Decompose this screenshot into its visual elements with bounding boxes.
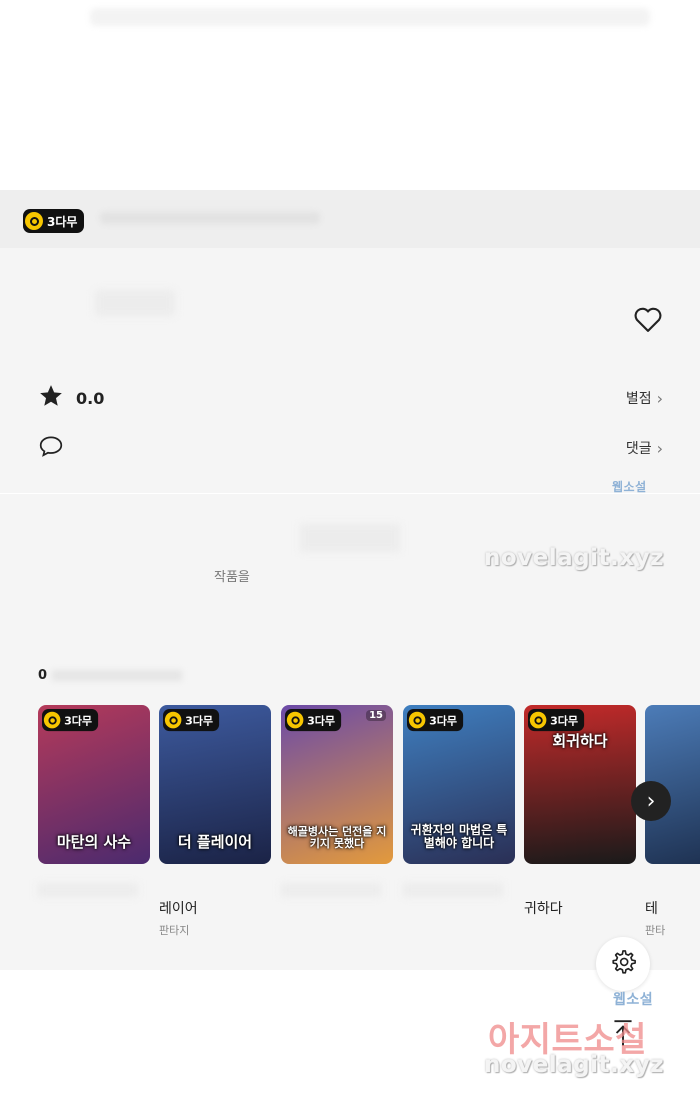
card-genre: [403, 922, 515, 936]
blurred-title: [95, 290, 175, 316]
card-genre: [38, 922, 150, 936]
recommendation-card[interactable]: 3다무 15 해골병사는 던전을 지키지 못했다: [281, 705, 393, 936]
recommendation-card[interactable]: 3다무 더 플레이어 레이어 판타지: [159, 705, 271, 937]
free-wait-badge: 3다무: [23, 209, 85, 233]
rating-row: 0.0 별점 ›: [38, 383, 663, 413]
age-rating-badge: 15: [366, 710, 386, 721]
chevron-right-icon: ›: [656, 388, 663, 408]
recommendations-count: 0: [38, 668, 48, 683]
free-wait-badge: 3다무: [528, 709, 585, 732]
chevron-right-icon: ›: [656, 438, 663, 458]
watermark-site: novelagit.xyz: [484, 545, 664, 571]
rating-link[interactable]: 별점 ›: [626, 388, 663, 408]
free-wait-badge: 3다무: [407, 709, 464, 732]
clock-icon: [529, 711, 547, 729]
card-name: [403, 898, 515, 916]
settings-icon: [609, 948, 637, 980]
blurred-card-name: [281, 883, 381, 897]
watermark-small: 웹소설: [612, 480, 647, 494]
work-info-section: 0.0 별점 › 댓글 ›: [0, 248, 700, 493]
watermark-site: novelagit.xyz: [484, 1052, 664, 1078]
badge-bar: 3다무: [0, 190, 700, 248]
card-name: [281, 898, 393, 916]
free-wait-badge: 3다무: [42, 709, 99, 732]
recommendation-card[interactable]: 3다무 귀환자의 마법은 특별해야 합니다: [403, 705, 515, 936]
rating-value: 0.0: [76, 388, 105, 408]
cover-image: 3다무 더 플레이어: [159, 705, 271, 864]
top-header-area: [0, 0, 700, 190]
card-genre: [524, 922, 636, 936]
cover-title: 회귀하다: [552, 732, 608, 750]
recommendations-section: 0 3다무 마탄의 사수 3다무 더 플레이어 레이어 판타지 3다무 15 해…: [0, 628, 700, 970]
cover-title: 마탄의 사수: [56, 832, 132, 851]
comment-link[interactable]: 댓글 ›: [626, 438, 663, 458]
cover-title: 해골병사는 던전을 지키지 못했다: [287, 824, 387, 850]
blurred-description: [300, 524, 400, 552]
comment-link-label: 댓글: [625, 441, 652, 457]
clock-icon: [43, 711, 61, 729]
recommendation-card[interactable]: 3다무 회귀하다 귀하다: [524, 705, 636, 936]
description-label: 작품을: [214, 570, 250, 585]
recommendation-card[interactable]: 3다무 마탄의 사수: [38, 705, 150, 936]
badge-label: 3다무: [47, 214, 78, 229]
chevron-right-icon: ›: [646, 788, 656, 814]
watermark-small: 웹소설: [613, 992, 654, 1008]
blurred-card-name: [403, 883, 503, 897]
comment-icon: [38, 434, 64, 462]
clock-icon: [164, 711, 182, 729]
card-genre: 판타: [645, 924, 666, 936]
card-name: 레이어: [159, 901, 198, 917]
card-name: 테: [645, 901, 658, 917]
free-wait-badge: 3다무: [285, 709, 342, 732]
blurred-badge-text: [100, 212, 320, 224]
card-genre: 판타지: [159, 924, 190, 937]
blurred-header-content: [90, 8, 650, 26]
cover-image: 3다무 귀환자의 마법은 특별해야 합니다: [403, 705, 515, 864]
cover-title: 더 플레이어: [177, 832, 253, 851]
card-genre: [281, 922, 393, 936]
settings-button[interactable]: [596, 937, 650, 991]
card-name: 귀하다: [524, 901, 563, 917]
comment-row: 댓글 ›: [38, 433, 663, 463]
heart-icon[interactable]: [633, 305, 663, 333]
blurred-section-title: [52, 670, 182, 681]
cover-image: 3다무 15 해골병사는 던전을 지키지 못했다: [281, 705, 393, 864]
clock-icon: [408, 711, 426, 729]
rating-link-label: 별점: [625, 391, 652, 407]
clock-icon: [25, 212, 43, 230]
cover-title: 귀환자의 마법은 특별해야 합니다: [410, 822, 508, 850]
card-name: [38, 898, 150, 916]
cover-image: 3다무 회귀하다: [524, 705, 636, 864]
blurred-card-name: [38, 883, 138, 897]
cover-image: 3다무 마탄의 사수: [38, 705, 150, 864]
clock-icon: [286, 711, 304, 729]
carousel-next-button[interactable]: ›: [631, 781, 671, 821]
star-icon: [38, 383, 64, 413]
free-wait-badge: 3다무: [163, 709, 220, 732]
